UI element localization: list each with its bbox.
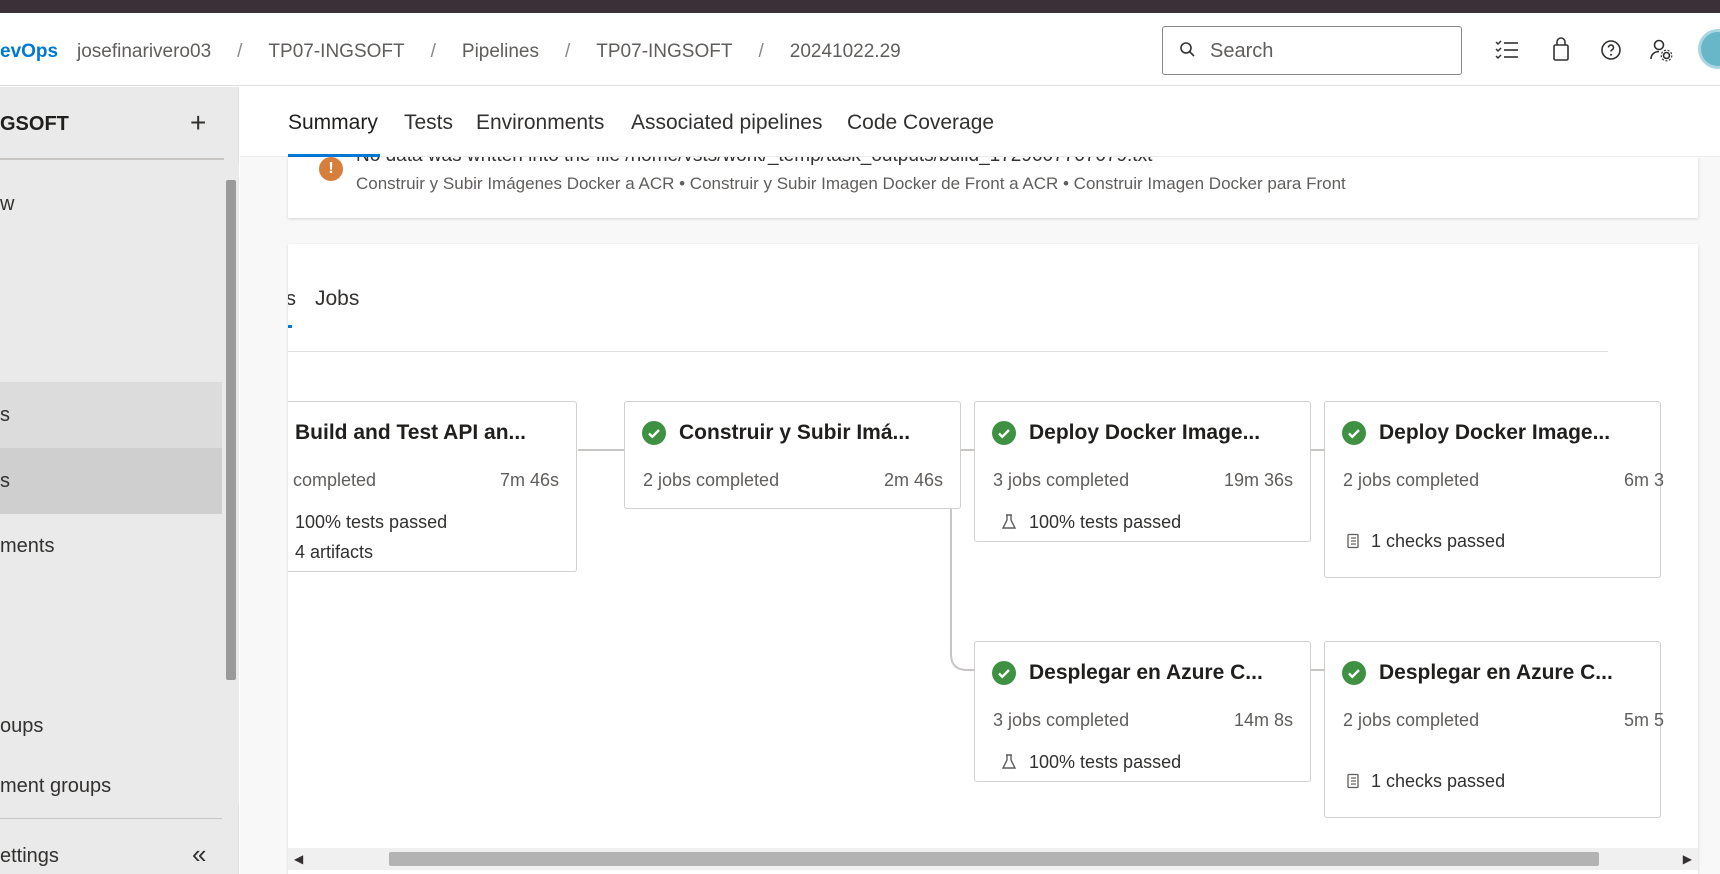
stage-checks-summary[interactable]: 1 checks passed (1371, 531, 1505, 552)
stage-duration: 2m 46s (883, 470, 943, 490)
stage-jobs-count: 2 jobs completed (1343, 710, 1480, 730)
stage-jobs-count: 2 jobs completed (1343, 470, 1480, 490)
stage-card-construir[interactable]: Construir y Subir Imá... 2 jobs complete… (624, 401, 961, 509)
project-title[interactable]: GSOFT (0, 113, 69, 136)
shopping-bag-icon[interactable] (1548, 37, 1574, 63)
brand-logo-text[interactable]: evOps (0, 41, 58, 63)
success-check-icon (1342, 661, 1366, 685)
breadcrumb-separator: / (430, 41, 436, 62)
horizontal-scroll-thumb[interactable] (389, 852, 1599, 866)
avatar[interactable] (1698, 29, 1720, 69)
breadcrumb-organization[interactable]: josefinarivero03 (77, 41, 211, 63)
user-settings-icon[interactable] (1648, 37, 1674, 63)
tab-associated-pipelines[interactable]: Associated pipelines (631, 111, 822, 135)
tab-environments[interactable]: Environments (476, 111, 604, 135)
stage-name: Desplegar en Azure C... (1379, 661, 1613, 684)
stage-card-deploy-docker-1[interactable]: Deploy Docker Image... 3 jobs completed … (974, 401, 1311, 542)
active-tab-indicator (288, 154, 380, 157)
success-check-icon (642, 421, 666, 445)
stage-jobs-count: obs completed (288, 470, 377, 490)
stage-jobs-count: 3 jobs completed (993, 710, 1130, 730)
stage-card-build-test[interactable]: Build and Test API an... obs completed 7… (288, 401, 577, 572)
stage-artifacts[interactable]: 4 artifacts (295, 542, 373, 563)
stage-duration: 19m 36s (1223, 470, 1293, 490)
stage-card-desplegar-azure-2[interactable]: Desplegar en Azure C... 2 jobs completed… (1324, 641, 1664, 818)
stage-tests-summary[interactable]: 100% tests passed (1029, 512, 1181, 533)
run-tabs: Summary Tests Environments Associated pi… (240, 87, 1720, 157)
stage-name: Build and Test API an... (295, 421, 527, 444)
stage-name: Desplegar en Azure C... (1029, 661, 1263, 684)
search-box[interactable] (1162, 26, 1462, 75)
window-top-strip (0, 0, 1720, 13)
sidebar-scrollbar[interactable] (222, 164, 239, 804)
success-check-icon (992, 661, 1016, 685)
breadcrumb-separator: / (237, 41, 243, 62)
search-input[interactable] (1210, 37, 1450, 65)
warning-message: No data was written into the file /home/… (356, 157, 1152, 167)
collapse-sidebar-icon[interactable]: « (192, 839, 206, 870)
warning-icon: ! (319, 157, 343, 181)
warning-card: ! No data was written into the file /hom… (288, 157, 1698, 218)
breadcrumb-separator: / (565, 41, 571, 62)
stage-jobs-count: 3 jobs completed (993, 470, 1130, 490)
breadcrumb-pipeline[interactable]: TP07-INGSOFT (596, 41, 732, 63)
stage-jobs-count: 2 jobs completed (643, 470, 780, 490)
stage-duration: 6m 3 (1623, 470, 1664, 490)
add-icon[interactable]: + (190, 109, 206, 137)
help-icon[interactable] (1598, 37, 1624, 63)
sidebar-item-deployment-groups[interactable]: ment groups (0, 753, 222, 819)
beaker-icon (1001, 754, 1017, 769)
checklist-doc-icon (1347, 533, 1359, 549)
stage-tests-summary[interactable]: 100% tests passed (1029, 752, 1181, 773)
tab-code-coverage[interactable]: Code Coverage (847, 111, 994, 135)
stage-name: Deploy Docker Image... (1029, 421, 1261, 444)
search-icon (1180, 42, 1195, 57)
success-check-icon (1342, 421, 1366, 445)
warning-task-path[interactable]: Construir y Subir Imágenes Docker a ACR … (356, 174, 1346, 194)
scroll-left-arrow-icon[interactable]: ◀ (294, 852, 303, 866)
breadcrumb-run[interactable]: 20241022.29 (790, 41, 901, 63)
horizontal-scrollbar[interactable]: ◀ ▶ (288, 848, 1698, 870)
breadcrumb-separator: / (758, 41, 764, 62)
beaker-icon (1001, 514, 1017, 529)
stage-name: Deploy Docker Image... (1379, 421, 1611, 444)
project-settings-link[interactable]: ettings (0, 845, 59, 868)
breadcrumb: josefinarivero03 / TP07-INGSOFT / Pipeli… (77, 41, 901, 63)
main-content: Summary Tests Environments Associated pi… (240, 87, 1720, 874)
tab-tests[interactable]: Tests (404, 111, 453, 135)
stage-name: Construir y Subir Imá... (679, 421, 911, 444)
stage-duration: 14m 8s (1233, 710, 1293, 730)
scroll-right-arrow-icon[interactable]: ▶ (1683, 852, 1692, 866)
tab-summary[interactable]: Summary (288, 111, 378, 135)
checklist-doc-icon (1347, 773, 1359, 789)
top-header: evOps josefinarivero03 / TP07-INGSOFT / … (0, 13, 1720, 86)
breadcrumb-project[interactable]: TP07-INGSOFT (268, 41, 404, 63)
sidebar-item-pipelines[interactable]: s (0, 382, 222, 448)
sidebar-item-runs[interactable]: s (0, 448, 222, 514)
stages-card: s Jobs Build and Test API an... obs comp… (288, 244, 1698, 874)
sidebar: GSOFT + w s s ments oups ment groups ett… (0, 87, 239, 874)
stage-card-desplegar-azure-1[interactable]: Desplegar en Azure C... 3 jobs completed… (974, 641, 1311, 782)
stage-tests-summary[interactable]: 100% tests passed (295, 512, 447, 533)
success-check-icon (992, 421, 1016, 445)
sidebar-item-groups[interactable]: oups (0, 693, 222, 759)
sidebar-item-environments[interactable]: ments (0, 513, 222, 579)
breadcrumb-pipelines[interactable]: Pipelines (462, 41, 539, 63)
sidebar-item-overview[interactable]: w (0, 171, 222, 237)
stage-duration: 7m 46s (499, 470, 559, 490)
checklist-icon[interactable] (1494, 37, 1520, 63)
sidebar-footer-divider (0, 818, 222, 819)
sidebar-divider (0, 158, 224, 160)
stage-duration: 5m 5 (1623, 710, 1664, 730)
stage-card-deploy-docker-2[interactable]: Deploy Docker Image... 2 jobs completed … (1324, 401, 1664, 578)
stage-checks-summary[interactable]: 1 checks passed (1371, 771, 1505, 792)
sidebar-scroll-thumb[interactable] (226, 180, 236, 680)
